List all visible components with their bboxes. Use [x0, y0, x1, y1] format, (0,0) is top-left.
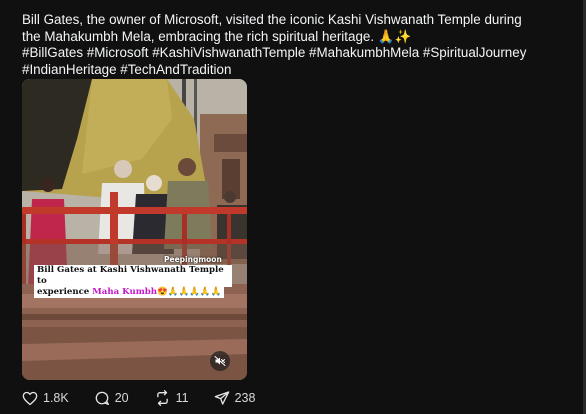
heart-icon — [22, 391, 38, 405]
video-caption: Bill Gates at Kashi Vishwanath Temple to… — [34, 265, 232, 298]
comment-bubble-icon — [95, 391, 109, 405]
post-text-line: the Mahakumbh Mela, embracing the rich s… — [22, 29, 412, 44]
video-player[interactable]: Peepingmoon Bill Gates at Kashi Vishwana… — [22, 79, 247, 380]
repost-count: 11 — [175, 391, 189, 405]
comment-button[interactable]: 20 — [94, 390, 129, 406]
video-caption-line1: Bill Gates at Kashi Vishwanath Temple to — [34, 265, 232, 287]
post-hashtags[interactable]: #BillGates #Microsoft #KashiVishwanathTe… — [22, 45, 570, 78]
hashtags-line[interactable]: #IndianHeritage #TechAndTradition — [22, 62, 570, 79]
hashtags-line[interactable]: #BillGates #Microsoft #KashiVishwanathTe… — [22, 45, 570, 62]
repost-arrows-icon — [156, 390, 168, 406]
post-container: Bill Gates, the owner of Microsoft, visi… — [0, 0, 586, 414]
post-action-bar: 1.8K 20 11 238 — [22, 388, 280, 408]
repost-button[interactable]: 11 — [154, 390, 189, 406]
post-text-line: Bill Gates, the owner of Microsoft, visi… — [22, 12, 522, 27]
caption-accent: Maha Kumbh — [92, 287, 158, 297]
share-button[interactable]: 238 — [214, 390, 256, 406]
video-frame-image — [22, 79, 247, 380]
video-caption-line2: experience Maha Kumbh😍🙏🙏🙏🙏🙏 — [34, 287, 225, 298]
post-text: Bill Gates, the owner of Microsoft, visi… — [22, 11, 567, 45]
mute-toggle-button[interactable] — [210, 351, 230, 371]
like-count: 1.8K — [43, 391, 69, 405]
share-count: 238 — [234, 391, 256, 405]
speaker-muted-icon — [214, 356, 226, 366]
caption-prefix: experience — [37, 287, 93, 297]
comment-count: 20 — [114, 391, 129, 405]
caption-suffix: 😍🙏🙏🙏🙏🙏 — [157, 287, 222, 297]
like-button[interactable]: 1.8K — [22, 391, 69, 406]
video-watermark: Peepingmoon — [164, 255, 222, 264]
send-plane-icon — [214, 391, 229, 405]
